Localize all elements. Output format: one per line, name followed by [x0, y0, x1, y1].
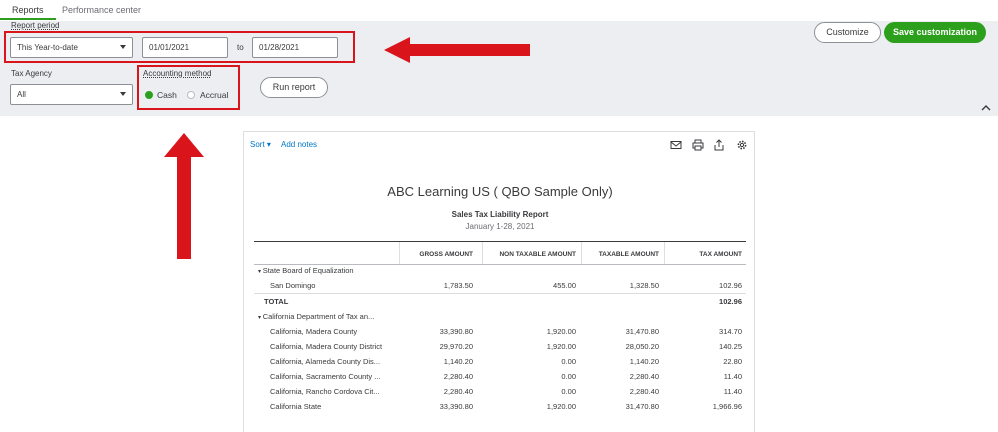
- cell-gross[interactable]: 2,280.40: [399, 387, 473, 396]
- total-row: TOTAL 102.96: [254, 293, 746, 308]
- table-row: California, Alameda County Dis... 1,140.2…: [254, 354, 746, 369]
- col-non-taxable-amount[interactable]: NON TAXABLE AMOUNT: [482, 251, 576, 258]
- cell-non-taxable[interactable]: 1,920.00: [482, 402, 576, 411]
- table-row: San Domingo 1,783.50 455.00 1,328.50 102.96: [254, 278, 746, 293]
- table-row: California, Rancho Cordova Cit... 2,280.4…: [254, 384, 746, 399]
- cell-non-taxable[interactable]: 0.00: [482, 357, 576, 366]
- accrual-label: Accrual: [200, 90, 229, 100]
- cell-tax[interactable]: 140.25: [664, 342, 742, 351]
- cell-gross[interactable]: 2,280.40: [399, 372, 473, 381]
- chevron-down-icon: [120, 92, 126, 96]
- save-customization-button[interactable]: Save customization: [884, 22, 986, 43]
- accrual-radio[interactable]: [187, 91, 195, 99]
- run-report-button[interactable]: Run report: [260, 77, 328, 98]
- col-gross-amount[interactable]: GROSS AMOUNT: [399, 251, 473, 258]
- tax-agency-value: All: [17, 90, 26, 99]
- sort-dropdown[interactable]: Sort ▾: [250, 140, 271, 149]
- cell-gross[interactable]: 33,390.80: [399, 402, 473, 411]
- cell-taxable[interactable]: 2,280.40: [581, 387, 659, 396]
- cash-radio[interactable]: [145, 91, 153, 99]
- cell-tax[interactable]: 11.40: [664, 372, 742, 381]
- group-row[interactable]: ▾ California Department of Tax an...: [254, 309, 746, 324]
- add-notes-link[interactable]: Add notes: [281, 140, 317, 149]
- cell-taxable[interactable]: 31,470.80: [581, 327, 659, 336]
- cell-gross[interactable]: 29,970.20: [399, 342, 473, 351]
- tab-performance-center[interactable]: Performance center: [62, 5, 141, 15]
- gear-icon[interactable]: [736, 139, 748, 151]
- cash-label: Cash: [157, 90, 177, 100]
- cell-non-taxable[interactable]: 1,920.00: [482, 342, 576, 351]
- group-row[interactable]: ▾ State Board of Equalization: [254, 263, 746, 278]
- cell-tax[interactable]: 102.96: [664, 281, 742, 290]
- cell-non-taxable[interactable]: 1,920.00: [482, 327, 576, 336]
- col-taxable-amount[interactable]: TAXABLE AMOUNT: [581, 251, 659, 258]
- cell-taxable[interactable]: 31,470.80: [581, 402, 659, 411]
- print-icon[interactable]: [692, 139, 704, 151]
- chevron-up-icon[interactable]: [981, 103, 991, 113]
- col-tax-amount[interactable]: TAX AMOUNT: [664, 251, 742, 258]
- cell-non-taxable[interactable]: 455.00: [482, 281, 576, 290]
- row-name: California, Madera County: [270, 327, 358, 336]
- report-date-range: January 1-28, 2021: [465, 222, 535, 231]
- cell-taxable[interactable]: 1,140.20: [581, 357, 659, 366]
- row-label: California, Sacramento County ...: [270, 372, 380, 381]
- cell-gross[interactable]: 1,783.50: [399, 281, 473, 290]
- table-row: California State 33,390.80 1,920.00 31,470.…: [254, 399, 746, 414]
- table-row: California, Sacramento County ... 2,280.4…: [254, 369, 746, 384]
- row-name: California, Rancho Cordova Cit...: [270, 387, 380, 396]
- active-tab-indicator: [0, 18, 56, 20]
- company-name: ABC Learning US ( QBO Sample Only): [387, 184, 613, 199]
- email-icon[interactable]: [670, 139, 682, 151]
- sort-label: Sort: [250, 140, 265, 149]
- row-name: State Board of Equalization: [262, 266, 354, 275]
- customize-button[interactable]: Customize: [814, 22, 881, 43]
- tab-bar: Reports Performance center: [0, 0, 998, 21]
- report-card: Sort ▾ Add notes ABC Learning US ( QBO S…: [243, 131, 755, 432]
- row-label: TOTAL: [264, 297, 288, 306]
- cell-tax[interactable]: 22.80: [664, 357, 742, 366]
- row-name: California Department of Tax an...: [262, 312, 375, 321]
- cell-gross[interactable]: 1,140.20: [399, 357, 473, 366]
- tab-reports[interactable]: Reports: [12, 5, 44, 15]
- report-controls-panel: Report period This Year-to-date 01/01/20…: [0, 21, 998, 116]
- table-row: California, Madera County District 29,970…: [254, 339, 746, 354]
- cell-taxable[interactable]: 1,328.50: [581, 281, 659, 290]
- report-period-label: Report period: [11, 21, 60, 30]
- row-name: California, Alameda County Dis...: [270, 357, 381, 366]
- report-title: Sales Tax Liability Report: [451, 210, 549, 219]
- row-name: California, Madera County District: [270, 342, 383, 351]
- row-label: California, Madera County: [270, 327, 357, 336]
- cell-taxable[interactable]: 28,050.20: [581, 342, 659, 351]
- row-label: California, Rancho Cordova Cit...: [270, 387, 380, 396]
- cell-tax[interactable]: 1,966.96: [664, 402, 742, 411]
- row-label: California State: [270, 402, 321, 411]
- row-name: TOTAL: [264, 297, 289, 306]
- tax-agency-label: Tax Agency: [11, 69, 52, 78]
- row-label: California, Alameda County Dis...: [270, 357, 380, 366]
- tax-agency-select[interactable]: All: [10, 84, 133, 105]
- row-label: ▾ California Department of Tax an...: [258, 312, 374, 321]
- cell-tax[interactable]: 11.40: [664, 387, 742, 396]
- table-header: GROSS AMOUNT NON TAXABLE AMOUNT TAXABLE …: [254, 241, 746, 265]
- row-name: California State: [270, 402, 322, 411]
- cell-gross[interactable]: 33,390.80: [399, 327, 473, 336]
- table-row: California, Madera County 33,390.80 1,920.…: [254, 324, 746, 339]
- accounting-method-label: Accounting method: [143, 69, 212, 78]
- cell-tax[interactable]: 102.96: [664, 297, 742, 306]
- row-label: San Domingo: [270, 281, 315, 290]
- cell-taxable[interactable]: 2,280.40: [581, 372, 659, 381]
- row-name: San Domingo: [270, 281, 316, 290]
- cell-non-taxable[interactable]: 0.00: [482, 372, 576, 381]
- cell-non-taxable[interactable]: 0.00: [482, 387, 576, 396]
- annotation-arrow-left-icon: [384, 37, 530, 63]
- cell-tax[interactable]: 314.70: [664, 327, 742, 336]
- annotation-highlight-period: [4, 31, 355, 63]
- row-name: California, Sacramento County ...: [270, 372, 381, 381]
- export-icon[interactable]: [714, 139, 726, 151]
- annotation-arrow-up-icon: [164, 133, 204, 259]
- row-label: ▾ State Board of Equalization: [258, 266, 354, 275]
- row-label: California, Madera County District: [270, 342, 382, 351]
